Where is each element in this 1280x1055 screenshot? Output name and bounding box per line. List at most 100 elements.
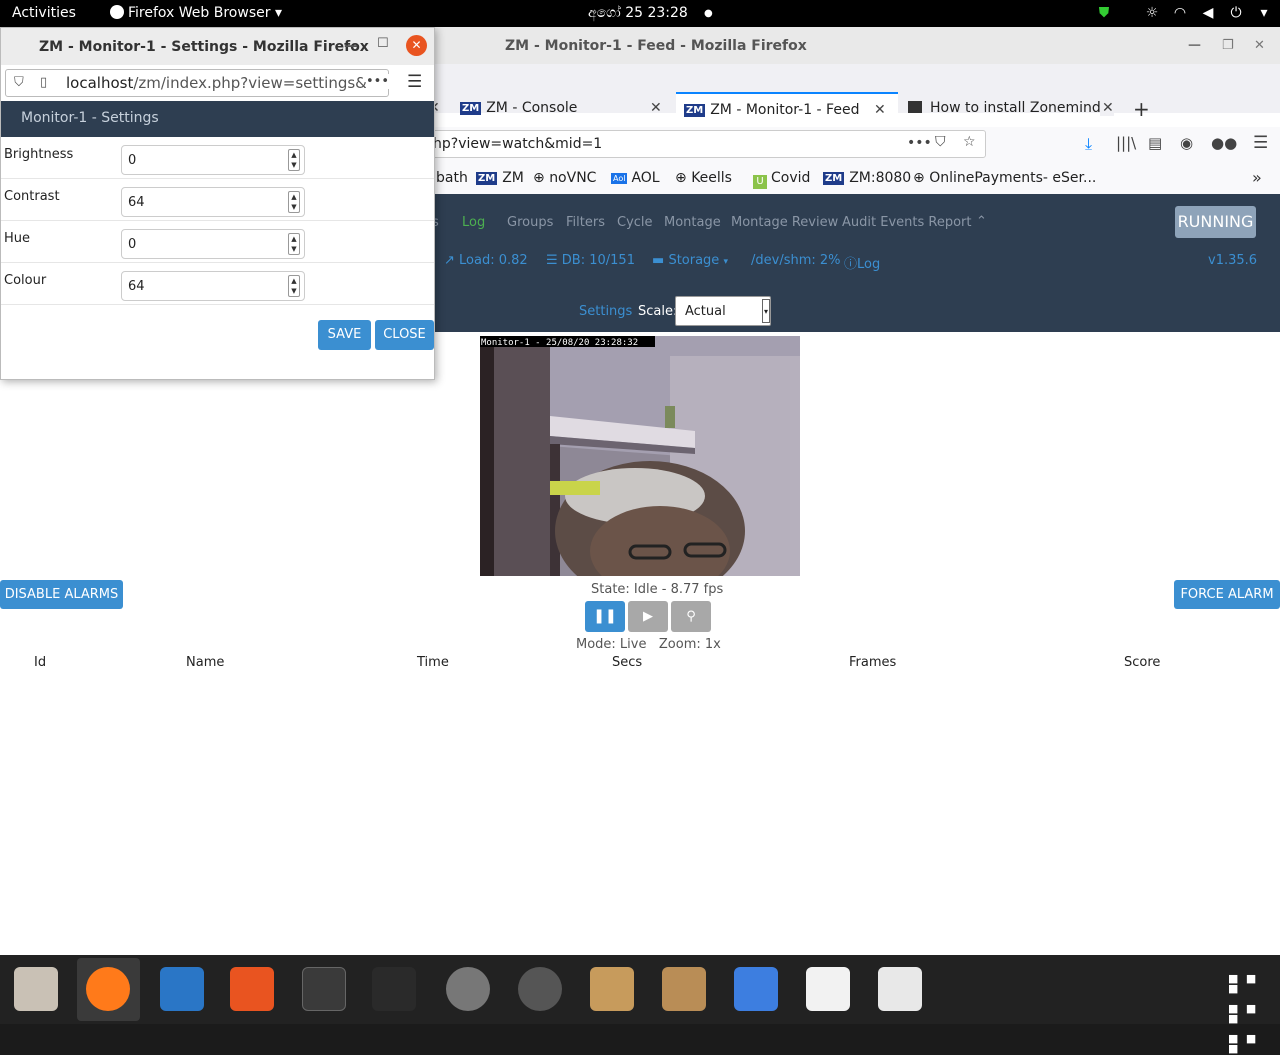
chevron-up-icon[interactable]: ⌃ bbox=[976, 214, 987, 229]
maximize-icon[interactable]: ☐ bbox=[377, 36, 389, 51]
account-icon[interactable]: ◉ bbox=[1180, 134, 1193, 152]
text-editor-icon[interactable] bbox=[806, 967, 850, 1011]
shm-status[interactable]: /dev/shm: 2% bbox=[751, 253, 841, 268]
colour-row: Colour 64 ▲ ▼ bbox=[1, 263, 434, 305]
minimize-icon[interactable]: — bbox=[1188, 38, 1201, 53]
column-header-name[interactable]: Name bbox=[186, 655, 224, 670]
bookmark-zm8080[interactable]: ZM ZM:8080 bbox=[823, 170, 911, 186]
nav-log[interactable]: Log bbox=[462, 215, 485, 230]
writer-icon[interactable] bbox=[160, 967, 204, 1011]
vm-icon[interactable] bbox=[372, 967, 416, 1011]
column-header-id[interactable]: Id bbox=[34, 655, 46, 670]
library-icon[interactable]: |||\ bbox=[1116, 134, 1136, 152]
nav-montage[interactable]: Montage bbox=[664, 215, 721, 230]
more-dots-icon[interactable]: ••• bbox=[366, 74, 390, 89]
scale-select[interactable]: Actual ▾ bbox=[675, 296, 771, 326]
bookmark-zm[interactable]: ZM ZM bbox=[476, 170, 524, 186]
chevrons-right-icon[interactable]: » bbox=[1252, 168, 1262, 187]
power-icon[interactable]: ⏻ bbox=[1228, 5, 1244, 21]
spinner-icon[interactable]: ▲ ▼ bbox=[288, 233, 300, 255]
download-icon[interactable]: ⤓ bbox=[1085, 134, 1092, 154]
hue-input[interactable]: 0 ▲ ▼ bbox=[121, 229, 305, 259]
app-menu[interactable]: Firefox Web Browser ▾ bbox=[110, 5, 282, 21]
files-icon[interactable] bbox=[14, 967, 58, 1011]
db-status[interactable]: ☰ DB: 10/151 bbox=[546, 253, 635, 268]
minimize-icon[interactable]: — bbox=[344, 38, 358, 54]
nav-cycle[interactable]: Cycle bbox=[617, 215, 653, 230]
url-path: /zm/index.php?view=settings&mi bbox=[133, 74, 386, 92]
zoom-button[interactable]: ⚲ bbox=[671, 601, 711, 632]
column-header-secs[interactable]: Secs bbox=[612, 655, 642, 670]
new-tab-icon[interactable]: + bbox=[1133, 97, 1150, 121]
spinner-icon[interactable]: ▲ ▼ bbox=[288, 275, 300, 297]
colour-input[interactable]: 64 ▲ ▼ bbox=[121, 271, 305, 301]
close-icon[interactable]: ✕ bbox=[406, 35, 427, 56]
bookmark-online-payments[interactable]: ⊕ OnlinePayments- eSer... bbox=[913, 170, 1096, 186]
bookmark-aol[interactable]: Aol AOL bbox=[611, 170, 660, 186]
updater-icon[interactable] bbox=[518, 967, 562, 1011]
column-header-time[interactable]: Time bbox=[417, 655, 449, 670]
nav-groups[interactable]: Groups bbox=[507, 215, 553, 230]
software-center-icon[interactable] bbox=[230, 967, 274, 1011]
shield-icon[interactable]: ⛊ bbox=[1096, 5, 1112, 21]
more-dots-icon[interactable]: ••• bbox=[907, 135, 932, 151]
bookmark-bath[interactable]: bath bbox=[436, 170, 468, 186]
force-alarm-button[interactable]: FORCE ALARM bbox=[1174, 580, 1280, 609]
pause-button[interactable]: ❚❚ bbox=[585, 601, 625, 632]
bookmark-covid[interactable]: U Covid bbox=[753, 170, 810, 189]
maximize-icon[interactable]: ❐ bbox=[1222, 38, 1234, 53]
show-apps-grid-icon[interactable]: ■ ■ ■ ■ ■ ■ ■ ■ ■ bbox=[1228, 973, 1260, 1054]
activities-button[interactable]: Activities bbox=[12, 5, 76, 21]
spinner-icon[interactable]: ▲ ▼ bbox=[288, 149, 300, 171]
tab-how-to-install[interactable]: How to install Zonemind ✕ bbox=[900, 92, 1122, 127]
column-header-frames[interactable]: Frames bbox=[849, 655, 896, 670]
popup-url-bar[interactable]: ⛉ ▯ localhost/zm/index.php?view=settings… bbox=[5, 69, 390, 97]
hamburger-menu-icon[interactable]: ☰ bbox=[1253, 133, 1268, 153]
url-bar[interactable]: hp?view=watch&mid=1 ••• ⛉ ☆ bbox=[420, 130, 986, 158]
storage-menu[interactable]: ▬ Storage ▾ bbox=[652, 253, 728, 268]
version[interactable]: v1.35.6 bbox=[1208, 253, 1257, 268]
contrast-input[interactable]: 64 ▲ ▼ bbox=[121, 187, 305, 217]
tab-close-icon[interactable]: ✕ bbox=[1100, 100, 1114, 116]
chevron-down-icon[interactable]: ▾ bbox=[1256, 5, 1272, 21]
brightness-input[interactable]: 0 ▲ ▼ bbox=[121, 145, 305, 175]
archive-install-icon[interactable] bbox=[590, 967, 634, 1011]
close-icon[interactable]: ✕ bbox=[1254, 38, 1265, 53]
sidebar-icon[interactable]: ▤ bbox=[1148, 134, 1162, 152]
load-status[interactable]: ↗ Load: 0.82 bbox=[444, 253, 528, 268]
pocket-icon[interactable]: ⛉ bbox=[935, 134, 946, 150]
bookmark-novnc[interactable]: ⊕ noVNC bbox=[533, 170, 596, 186]
terminal-icon[interactable] bbox=[302, 967, 346, 1011]
extensions-icon[interactable]: ●● bbox=[1211, 134, 1237, 152]
tab-zm-monitor-feed[interactable]: ZM ZM - Monitor-1 - Feed ✕ bbox=[676, 92, 898, 127]
users-icon[interactable] bbox=[446, 967, 490, 1011]
running-state-button[interactable]: RUNNING bbox=[1175, 206, 1256, 238]
disable-alarms-button[interactable]: DISABLE ALARMS bbox=[0, 580, 123, 609]
spinner-icon[interactable]: ▲ ▼ bbox=[288, 191, 300, 213]
tab-close-icon[interactable]: ✕ bbox=[650, 100, 662, 116]
log-status[interactable]: ⓘLog bbox=[844, 253, 880, 272]
tab-zm-console[interactable]: ✕ ZMZM - Console ✕ bbox=[428, 92, 674, 127]
hamburger-menu-icon[interactable]: ☰ bbox=[407, 72, 422, 92]
screenshot-icon[interactable] bbox=[734, 967, 778, 1011]
nav-filters[interactable]: Filters bbox=[566, 215, 605, 230]
volume-icon[interactable]: ◀ bbox=[1200, 5, 1216, 21]
font-viewer-icon[interactable] bbox=[878, 967, 922, 1011]
camera-feed[interactable]: Monitor-1 - 25/08/20 23:28:32 bbox=[480, 336, 800, 576]
package-icon[interactable] bbox=[662, 967, 706, 1011]
save-button[interactable]: SAVE bbox=[318, 320, 371, 350]
bookmark-star-icon[interactable]: ☆ bbox=[963, 134, 976, 150]
bookmark-keells[interactable]: ⊕ Keells bbox=[675, 170, 732, 186]
colour-label: Colour bbox=[4, 273, 47, 288]
nav-montage-review[interactable]: Montage Review bbox=[731, 215, 838, 230]
clock[interactable]: අගෝ 25 23:28 bbox=[588, 5, 688, 21]
wifi-icon[interactable]: ◠ bbox=[1172, 5, 1188, 21]
settings-link[interactable]: Settings bbox=[579, 304, 632, 319]
close-button[interactable]: CLOSE bbox=[375, 320, 434, 350]
firefox-icon[interactable] bbox=[86, 967, 130, 1011]
brightness-icon[interactable]: ☼ bbox=[1144, 5, 1160, 21]
nav-audit-events-report[interactable]: Audit Events Report bbox=[842, 215, 971, 230]
play-button[interactable]: ▶ bbox=[628, 601, 668, 632]
tab-close-icon[interactable]: ✕ bbox=[874, 102, 886, 118]
column-header-score[interactable]: Score bbox=[1124, 655, 1160, 670]
